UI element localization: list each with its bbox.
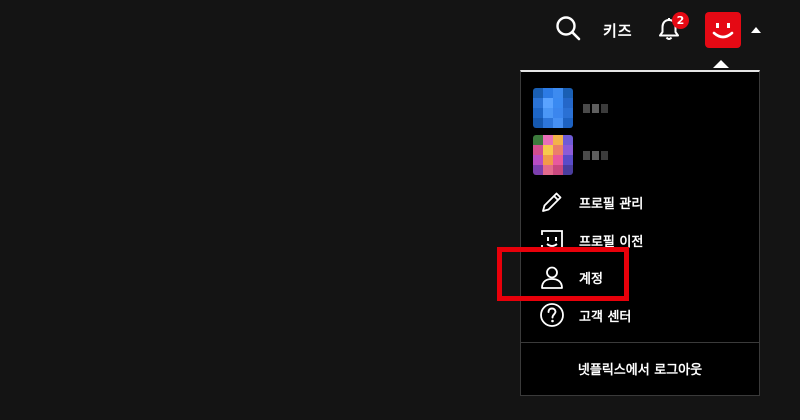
thumbnail-pixel — [533, 88, 543, 98]
thumbnail-pixel — [543, 98, 553, 108]
menu-item-label: 프로필 관리 — [579, 196, 644, 212]
thumbnail-pixel — [563, 118, 573, 128]
thumbnail-pixel — [553, 155, 563, 165]
thumbnail-pixel — [543, 155, 553, 165]
smiley-avatar-icon — [712, 23, 734, 39]
thumbnail-pixel — [543, 108, 553, 118]
thumbnail-pixel — [563, 135, 573, 145]
thumbnail-pixel — [543, 145, 553, 155]
profile-avatar[interactable] — [705, 12, 741, 48]
sign-out-button[interactable]: 넷플릭스에서 로그아웃 — [521, 343, 759, 394]
highlight-annotation-box — [497, 247, 629, 301]
notification-count-badge: 2 — [672, 12, 689, 29]
help-center-item[interactable]: 고객 센터 — [537, 300, 631, 330]
thumbnail-pixel — [543, 165, 553, 175]
caret-up-icon[interactable] — [751, 27, 761, 33]
thumbnail-pixel — [553, 118, 563, 128]
profile-name-blurred — [583, 103, 608, 113]
thumbnail-pixel — [553, 98, 563, 108]
pencil-icon — [537, 187, 567, 217]
thumbnail-pixel — [563, 88, 573, 98]
account-dropdown-menu: 프로필 관리 프로필 이전 계정 고객 센터 넷플릭스에서 로그아웃 — [520, 70, 760, 396]
thumbnail-pixel — [533, 108, 543, 118]
thumbnail-pixel — [543, 118, 553, 128]
thumbnail-pixel — [553, 165, 563, 175]
search-icon[interactable] — [552, 12, 584, 44]
thumbnail-pixel — [533, 145, 543, 155]
kids-link[interactable]: 키즈 — [603, 20, 633, 41]
thumbnail-pixel — [533, 165, 543, 175]
menu-item-label: 고객 센터 — [579, 309, 632, 325]
thumbnail-pixel — [533, 98, 543, 108]
dropdown-pointer — [713, 60, 729, 68]
thumbnail-pixel — [553, 135, 563, 145]
thumbnail-pixel — [543, 135, 553, 145]
thumbnail-pixel — [563, 165, 573, 175]
thumbnail-pixel — [533, 118, 543, 128]
thumbnail-pixel — [563, 145, 573, 155]
manage-profiles-item[interactable]: 프로필 관리 — [537, 187, 643, 217]
help-circle-icon — [537, 300, 567, 330]
profile-name-blurred — [583, 150, 608, 160]
top-navigation-bar: 키즈 2 — [0, 0, 800, 60]
thumbnail-pixel — [553, 88, 563, 98]
thumbnail-pixel — [533, 135, 543, 145]
profile-item[interactable] — [533, 88, 608, 128]
thumbnail-pixel — [563, 108, 573, 118]
profile-item[interactable] — [533, 135, 608, 175]
thumbnail-pixel — [543, 88, 553, 98]
thumbnail-pixel — [533, 155, 543, 165]
thumbnail-pixel — [553, 108, 563, 118]
profile-thumbnail — [533, 135, 573, 175]
profile-thumbnail — [533, 88, 573, 128]
thumbnail-pixel — [553, 145, 563, 155]
thumbnail-pixel — [563, 98, 573, 108]
thumbnail-pixel — [563, 155, 573, 165]
